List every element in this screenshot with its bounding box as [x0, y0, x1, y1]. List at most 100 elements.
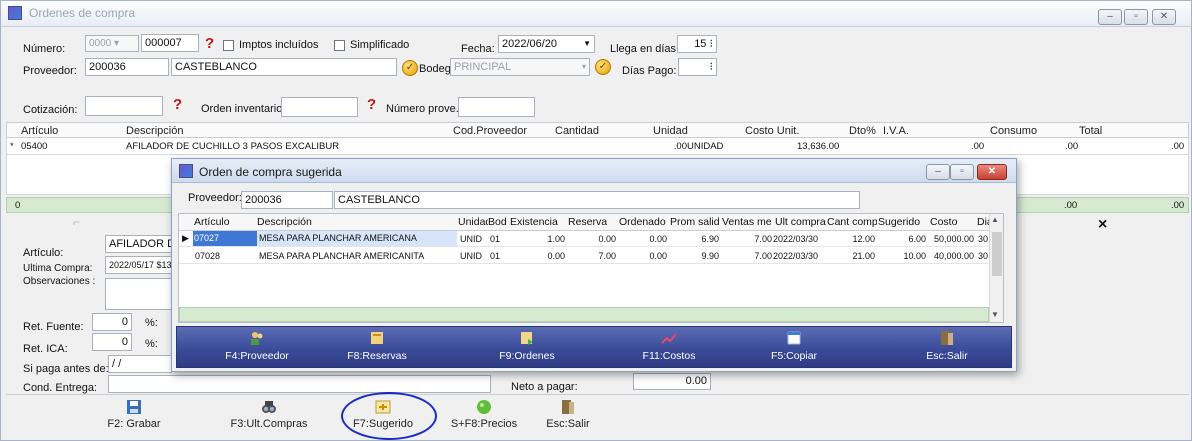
dcell-dias[interactable]: 30 — [978, 251, 988, 261]
ult-compras-button[interactable]: F3:Ult.Compras — [223, 399, 315, 433]
llega-dias-spinner[interactable]: 15 ⁝ — [677, 35, 717, 53]
col-cod-proveedor[interactable]: Cod.Proveedor — [453, 125, 527, 137]
si-paga-field[interactable]: / / — [108, 355, 172, 373]
dcell-prom[interactable]: 6.90 — [669, 234, 719, 244]
proveedor-lookup-icon[interactable]: ✓ — [402, 60, 418, 76]
dcol-sugerido[interactable]: Sugerido — [878, 216, 920, 228]
dcell-reserva[interactable]: 7.00 — [567, 251, 616, 261]
dialog-salir-button[interactable]: Esc:Salir — [907, 330, 987, 366]
simplificado-checkbox[interactable] — [334, 40, 345, 51]
col-iva[interactable]: I.V.A. — [883, 125, 909, 137]
cotizacion-field[interactable] — [85, 96, 163, 116]
maximize-button[interactable]: ▫ — [1124, 9, 1148, 25]
dcell-articulo[interactable]: 07027 — [193, 231, 257, 246]
dcell-ordenado[interactable]: 0.00 — [618, 251, 667, 261]
cotizacion-help-icon[interactable]: ? — [173, 97, 182, 112]
dcell-existencia[interactable]: 1.00 — [509, 234, 565, 244]
scroll-thumb[interactable] — [992, 232, 1002, 276]
dcell-cant-comp[interactable]: 12.00 — [827, 234, 875, 244]
dcell-cant-comp[interactable]: 21.00 — [827, 251, 875, 261]
cell-descripcion[interactable]: AFILADOR DE CUCHILLO 3 PASOS EXCALIBUR — [126, 141, 339, 152]
observaciones-field[interactable] — [105, 278, 175, 310]
bodega-lookup-icon[interactable]: ✓ — [595, 59, 611, 75]
col-descripcion[interactable]: Descripción — [126, 125, 183, 137]
precios-button[interactable]: S+F8:Precios — [449, 399, 519, 433]
dcell-bod[interactable]: 01 — [490, 234, 500, 244]
dias-pago-spinner[interactable]: ⁝ — [678, 58, 717, 76]
proveedor-tool-button[interactable]: F4:Proveedor — [217, 330, 297, 366]
dcell-ordenado[interactable]: 0.00 — [618, 234, 667, 244]
dcell-unidad[interactable]: UNID — [460, 234, 482, 244]
dcell-unidad[interactable]: UNID — [460, 251, 482, 261]
dcol-existencia[interactable]: Existencia — [510, 216, 558, 228]
dcell-prom[interactable]: 9.90 — [669, 251, 719, 261]
cell-costo[interactable]: 13,636.00 — [797, 141, 839, 152]
dcol-bod[interactable]: Bod — [488, 216, 508, 228]
dialog-row-1[interactable]: ▶ 07027 MESA PARA PLANCHAR AMERICANA UNI… — [179, 231, 989, 247]
fecha-field[interactable]: 2022/06/20 ▼ — [498, 35, 595, 53]
table-row[interactable]: * 05400 AFILADOR DE CUCHILLO 3 PASOS EXC… — [6, 138, 1189, 155]
orden-inv-help-icon[interactable]: ? — [367, 97, 376, 112]
dcell-costo[interactable]: 50,000.00 — [928, 234, 974, 244]
col-unidad[interactable]: Unidad — [653, 125, 688, 137]
dcell-articulo[interactable]: 07028 — [195, 251, 220, 261]
dialog-row-2[interactable]: 07028 MESA PARA PLANCHAR AMERICANITA UNI… — [179, 248, 989, 264]
ret-ica-field[interactable]: 0 — [92, 333, 132, 351]
numero-help-icon[interactable]: ? — [205, 36, 214, 51]
dcol-prom[interactable]: Prom salid — [670, 216, 721, 228]
dialog-minimize-button[interactable]: – — [926, 164, 950, 180]
dcell-existencia[interactable]: 0.00 — [509, 251, 565, 261]
col-consumo[interactable]: Consumo — [990, 125, 1037, 137]
dcol-reserva[interactable]: Reserva — [568, 216, 607, 228]
grabar-button[interactable]: F2: Grabar — [101, 399, 167, 433]
dialog-scrollbar[interactable]: ▲ ▼ — [989, 214, 1003, 322]
numero-field[interactable]: 000007 — [141, 34, 199, 52]
num-prove-field[interactable] — [458, 97, 535, 117]
dialog-close-button[interactable]: ✕ — [977, 164, 1007, 180]
delete-row-icon[interactable]: × — [1098, 216, 1107, 234]
detail-articulo-field[interactable]: AFILADOR D — [105, 235, 175, 253]
dcol-articulo[interactable]: Artículo — [194, 216, 230, 228]
cond-entrega-field[interactable] — [108, 375, 491, 393]
scroll-up-icon[interactable]: ▲ — [991, 215, 999, 224]
dcell-ult-compra[interactable]: 2022/03/30 — [773, 234, 818, 244]
dcell-sugerido[interactable]: 10.00 — [878, 251, 926, 261]
dcol-ordenado[interactable]: Ordenado — [619, 216, 666, 228]
reservas-tool-button[interactable]: F8:Reservas — [337, 330, 417, 366]
ret-fuente-field[interactable]: 0 — [92, 313, 132, 331]
cell-total[interactable]: .00 — [1171, 141, 1184, 152]
numero-prefix-select[interactable]: 0000 ▾ — [85, 35, 139, 52]
col-total[interactable]: Total — [1079, 125, 1102, 137]
salir-button[interactable]: Esc:Salir — [541, 399, 595, 433]
dialog-proveedor-name[interactable]: CASTEBLANCO — [334, 191, 860, 209]
dcell-dias[interactable]: 30 — [978, 234, 988, 244]
dcell-descripcion[interactable]: MESA PARA PLANCHAR AMERICANA — [257, 231, 457, 246]
dcell-reserva[interactable]: 0.00 — [567, 234, 616, 244]
dcol-ult-compra[interactable]: Ult compra — [775, 216, 826, 228]
dcol-cant-comp[interactable]: Cant comp — [827, 216, 877, 228]
dcell-bod[interactable]: 01 — [490, 251, 500, 261]
dcell-ult-compra[interactable]: 2022/03/30 — [773, 251, 818, 261]
proveedor-code-field[interactable]: 200036 — [85, 58, 169, 76]
col-articulo[interactable]: Artículo — [21, 125, 58, 137]
impuestos-checkbox[interactable] — [223, 40, 234, 51]
dialog-proveedor-code[interactable]: 200036 — [241, 191, 333, 209]
orden-inv-field[interactable] — [281, 97, 358, 117]
dcol-costo[interactable]: Costo — [930, 216, 957, 228]
dcol-unidad[interactable]: Unidad — [458, 216, 488, 228]
dcell-sugerido[interactable]: 6.00 — [878, 234, 926, 244]
cell-cantidad[interactable]: .00 — [627, 141, 687, 152]
dcol-descripcion[interactable]: Descripción — [257, 216, 312, 228]
col-dto[interactable]: Dto% — [849, 125, 876, 137]
bodega-select[interactable]: PRINCIPAL ▾ — [450, 58, 590, 76]
cell-consumo[interactable]: .00 — [1065, 141, 1078, 152]
copiar-tool-button[interactable]: F5:Copiar — [754, 330, 834, 366]
minimize-button[interactable]: – — [1098, 9, 1122, 25]
scroll-down-icon[interactable]: ▼ — [991, 310, 999, 319]
proveedor-name-field[interactable]: CASTEBLANCO — [171, 58, 397, 76]
dialog-maximize-button[interactable]: ▫ — [950, 164, 974, 180]
dcell-ventas[interactable]: 7.00 — [721, 251, 772, 261]
cell-articulo[interactable]: 05400 — [21, 141, 47, 152]
dcell-costo[interactable]: 40,000.00 — [928, 251, 974, 261]
ordenes-tool-button[interactable]: F9:Ordenes — [487, 330, 567, 366]
